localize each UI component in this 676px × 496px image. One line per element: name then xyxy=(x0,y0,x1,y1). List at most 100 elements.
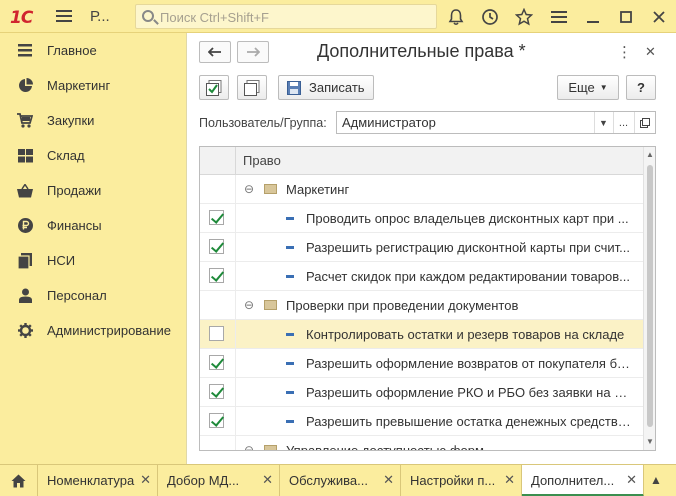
main-panel: Дополнительные права * ⋮ ✕ Записать Еще … xyxy=(186,33,676,464)
documents-icon xyxy=(17,252,33,269)
item-marker-icon xyxy=(286,420,294,423)
group-label: Маркетинг xyxy=(286,182,350,197)
dropdown-arrow-icon[interactable]: ▼ xyxy=(594,112,612,133)
uncheck-all-button[interactable] xyxy=(237,75,267,100)
table-row-group[interactable]: ⊖ Маркетинг xyxy=(200,175,643,204)
sidebar-item-finance[interactable]: Финансы xyxy=(0,208,186,243)
arrow-left-icon xyxy=(208,47,221,57)
tab-close-icon[interactable]: ✕ xyxy=(383,472,394,488)
scroll-up-icon[interactable]: ▲ xyxy=(646,150,654,159)
save-button[interactable]: Записать xyxy=(278,75,374,100)
table-row[interactable]: Разрешить оформление возвратов от покупа… xyxy=(200,349,643,378)
select-more-button[interactable]: ... xyxy=(613,112,633,133)
row-checkbox[interactable] xyxy=(209,413,224,428)
more-actions-button[interactable]: Еще ▼ xyxy=(557,75,619,100)
search-box[interactable] xyxy=(135,4,437,29)
sidebar-item-administration[interactable]: Администрирование xyxy=(0,313,186,348)
table-row-group[interactable]: ⊖ Проверки при проведении документов xyxy=(200,291,643,320)
hamburger-menu-icon[interactable] xyxy=(56,10,72,23)
row-checkbox[interactable] xyxy=(209,355,224,370)
chevron-down-icon: ▼ xyxy=(599,83,608,92)
tab-close-icon[interactable]: ✕ xyxy=(626,472,637,488)
scrollbar-thumb[interactable] xyxy=(647,165,653,427)
tab-dobor[interactable]: Добор МД... ✕ xyxy=(158,465,280,496)
open-icon[interactable] xyxy=(634,112,655,133)
row-label: Разрешить регистрацию дисконтной карты п… xyxy=(306,240,630,255)
table-row-selected[interactable]: Контролировать остатки и резерв товаров … xyxy=(200,320,643,349)
tab-label: Настройки п... xyxy=(410,473,496,488)
table-row[interactable]: Разрешить оформление РКО и РБО без заявк… xyxy=(200,378,643,407)
app-title[interactable]: Р... xyxy=(90,8,110,25)
tab-close-icon[interactable]: ✕ xyxy=(262,472,273,488)
sidebar-item-sales[interactable]: Продажи xyxy=(0,173,186,208)
more-menu-icon[interactable] xyxy=(548,6,570,28)
close-icon[interactable] xyxy=(648,6,670,28)
pie-chart-icon xyxy=(17,78,33,94)
sidebar-item-label: Персонал xyxy=(47,288,107,303)
app-logo[interactable]: 1С xyxy=(10,8,33,28)
search-input[interactable] xyxy=(160,8,430,26)
tab-service[interactable]: Обслужива... ✕ xyxy=(280,465,401,496)
table-row[interactable]: Разрешить регистрацию дисконтной карты п… xyxy=(200,233,643,262)
row-label: Разрешить оформление возвратов от покупа… xyxy=(306,356,631,371)
sidebar-item-label: Маркетинг xyxy=(47,78,111,93)
row-checkbox[interactable] xyxy=(209,239,224,254)
tab-close-icon[interactable]: ✕ xyxy=(504,472,515,488)
search-icon xyxy=(142,10,154,22)
user-group-value: Администратор xyxy=(342,115,436,130)
more-actions-label: Еще xyxy=(568,80,595,95)
tab-label: Добор МД... xyxy=(167,473,240,488)
item-marker-icon xyxy=(286,333,294,336)
page-title: Дополнительные права * xyxy=(317,41,526,61)
check-all-button[interactable] xyxy=(199,75,229,100)
row-checkbox[interactable] xyxy=(209,210,224,225)
sidebar-item-nsi[interactable]: НСИ xyxy=(0,243,186,278)
sidebar-item-label: Закупки xyxy=(47,113,95,128)
folder-icon xyxy=(264,445,277,450)
sidebar-item-warehouse[interactable]: Склад xyxy=(0,138,186,173)
collapse-icon[interactable]: ⊖ xyxy=(244,182,254,196)
row-checkbox[interactable] xyxy=(209,268,224,283)
column-header-right[interactable]: Право xyxy=(243,153,281,168)
scroll-down-icon[interactable]: ▼ xyxy=(646,437,654,446)
table-row[interactable]: Разрешить превышение остатка денежных ср… xyxy=(200,407,643,436)
table-row[interactable]: Расчет скидок при каждом редактировании … xyxy=(200,262,643,291)
sidebar-item-main[interactable]: Главное xyxy=(0,33,186,68)
table-row-group[interactable]: ⊖ Управление доступностью форм xyxy=(200,436,643,450)
expand-up-icon[interactable]: ▲ xyxy=(650,473,662,487)
home-button[interactable] xyxy=(0,465,38,496)
row-label: Разрешить превышение остатка денежных ср… xyxy=(306,414,631,429)
history-icon[interactable] xyxy=(479,6,501,28)
row-checkbox[interactable] xyxy=(209,384,224,399)
collapse-icon[interactable]: ⊖ xyxy=(244,298,254,312)
bell-icon[interactable] xyxy=(445,6,467,28)
back-button[interactable] xyxy=(199,41,231,63)
star-icon[interactable] xyxy=(513,6,535,28)
tab-label: Номенклатура xyxy=(47,473,135,488)
tab-additional-rights[interactable]: Дополнител... ✕ xyxy=(522,465,644,496)
sidebar-item-marketing[interactable]: Маркетинг xyxy=(0,68,186,103)
form-menu-icon[interactable]: ⋮ xyxy=(617,43,632,61)
cart-icon xyxy=(17,113,33,129)
folder-icon xyxy=(264,184,277,194)
collapse-icon[interactable]: ⊖ xyxy=(244,443,254,450)
group-label: Проверки при проведении документов xyxy=(286,298,519,313)
form-close-icon[interactable]: ✕ xyxy=(645,44,656,60)
help-button[interactable]: ? xyxy=(626,75,656,100)
vertical-scrollbar[interactable]: ▲ ▼ xyxy=(643,147,655,450)
maximize-icon[interactable] xyxy=(615,6,637,28)
minimize-icon[interactable] xyxy=(582,6,604,28)
table-row[interactable]: Проводить опрос владельцев дисконтных ка… xyxy=(200,204,643,233)
floppy-disk-icon xyxy=(287,80,301,95)
tab-settings[interactable]: Настройки п... ✕ xyxy=(401,465,522,496)
user-group-field[interactable]: Администратор ▼ ... xyxy=(336,111,656,134)
sidebar-item-label: НСИ xyxy=(47,253,76,268)
tab-label: Обслужива... xyxy=(289,473,368,488)
row-checkbox[interactable] xyxy=(209,326,224,341)
sidebar-item-purchases[interactable]: Закупки xyxy=(0,103,186,138)
tab-close-icon[interactable]: ✕ xyxy=(140,472,151,488)
sidebar-item-personnel[interactable]: Персонал xyxy=(0,278,186,313)
rights-table[interactable]: Право ⊖ Маркетинг Проводить опрос владел… xyxy=(199,146,656,451)
tab-nomenclature[interactable]: Номенклатура ✕ xyxy=(38,465,158,496)
forward-button[interactable] xyxy=(237,41,269,63)
